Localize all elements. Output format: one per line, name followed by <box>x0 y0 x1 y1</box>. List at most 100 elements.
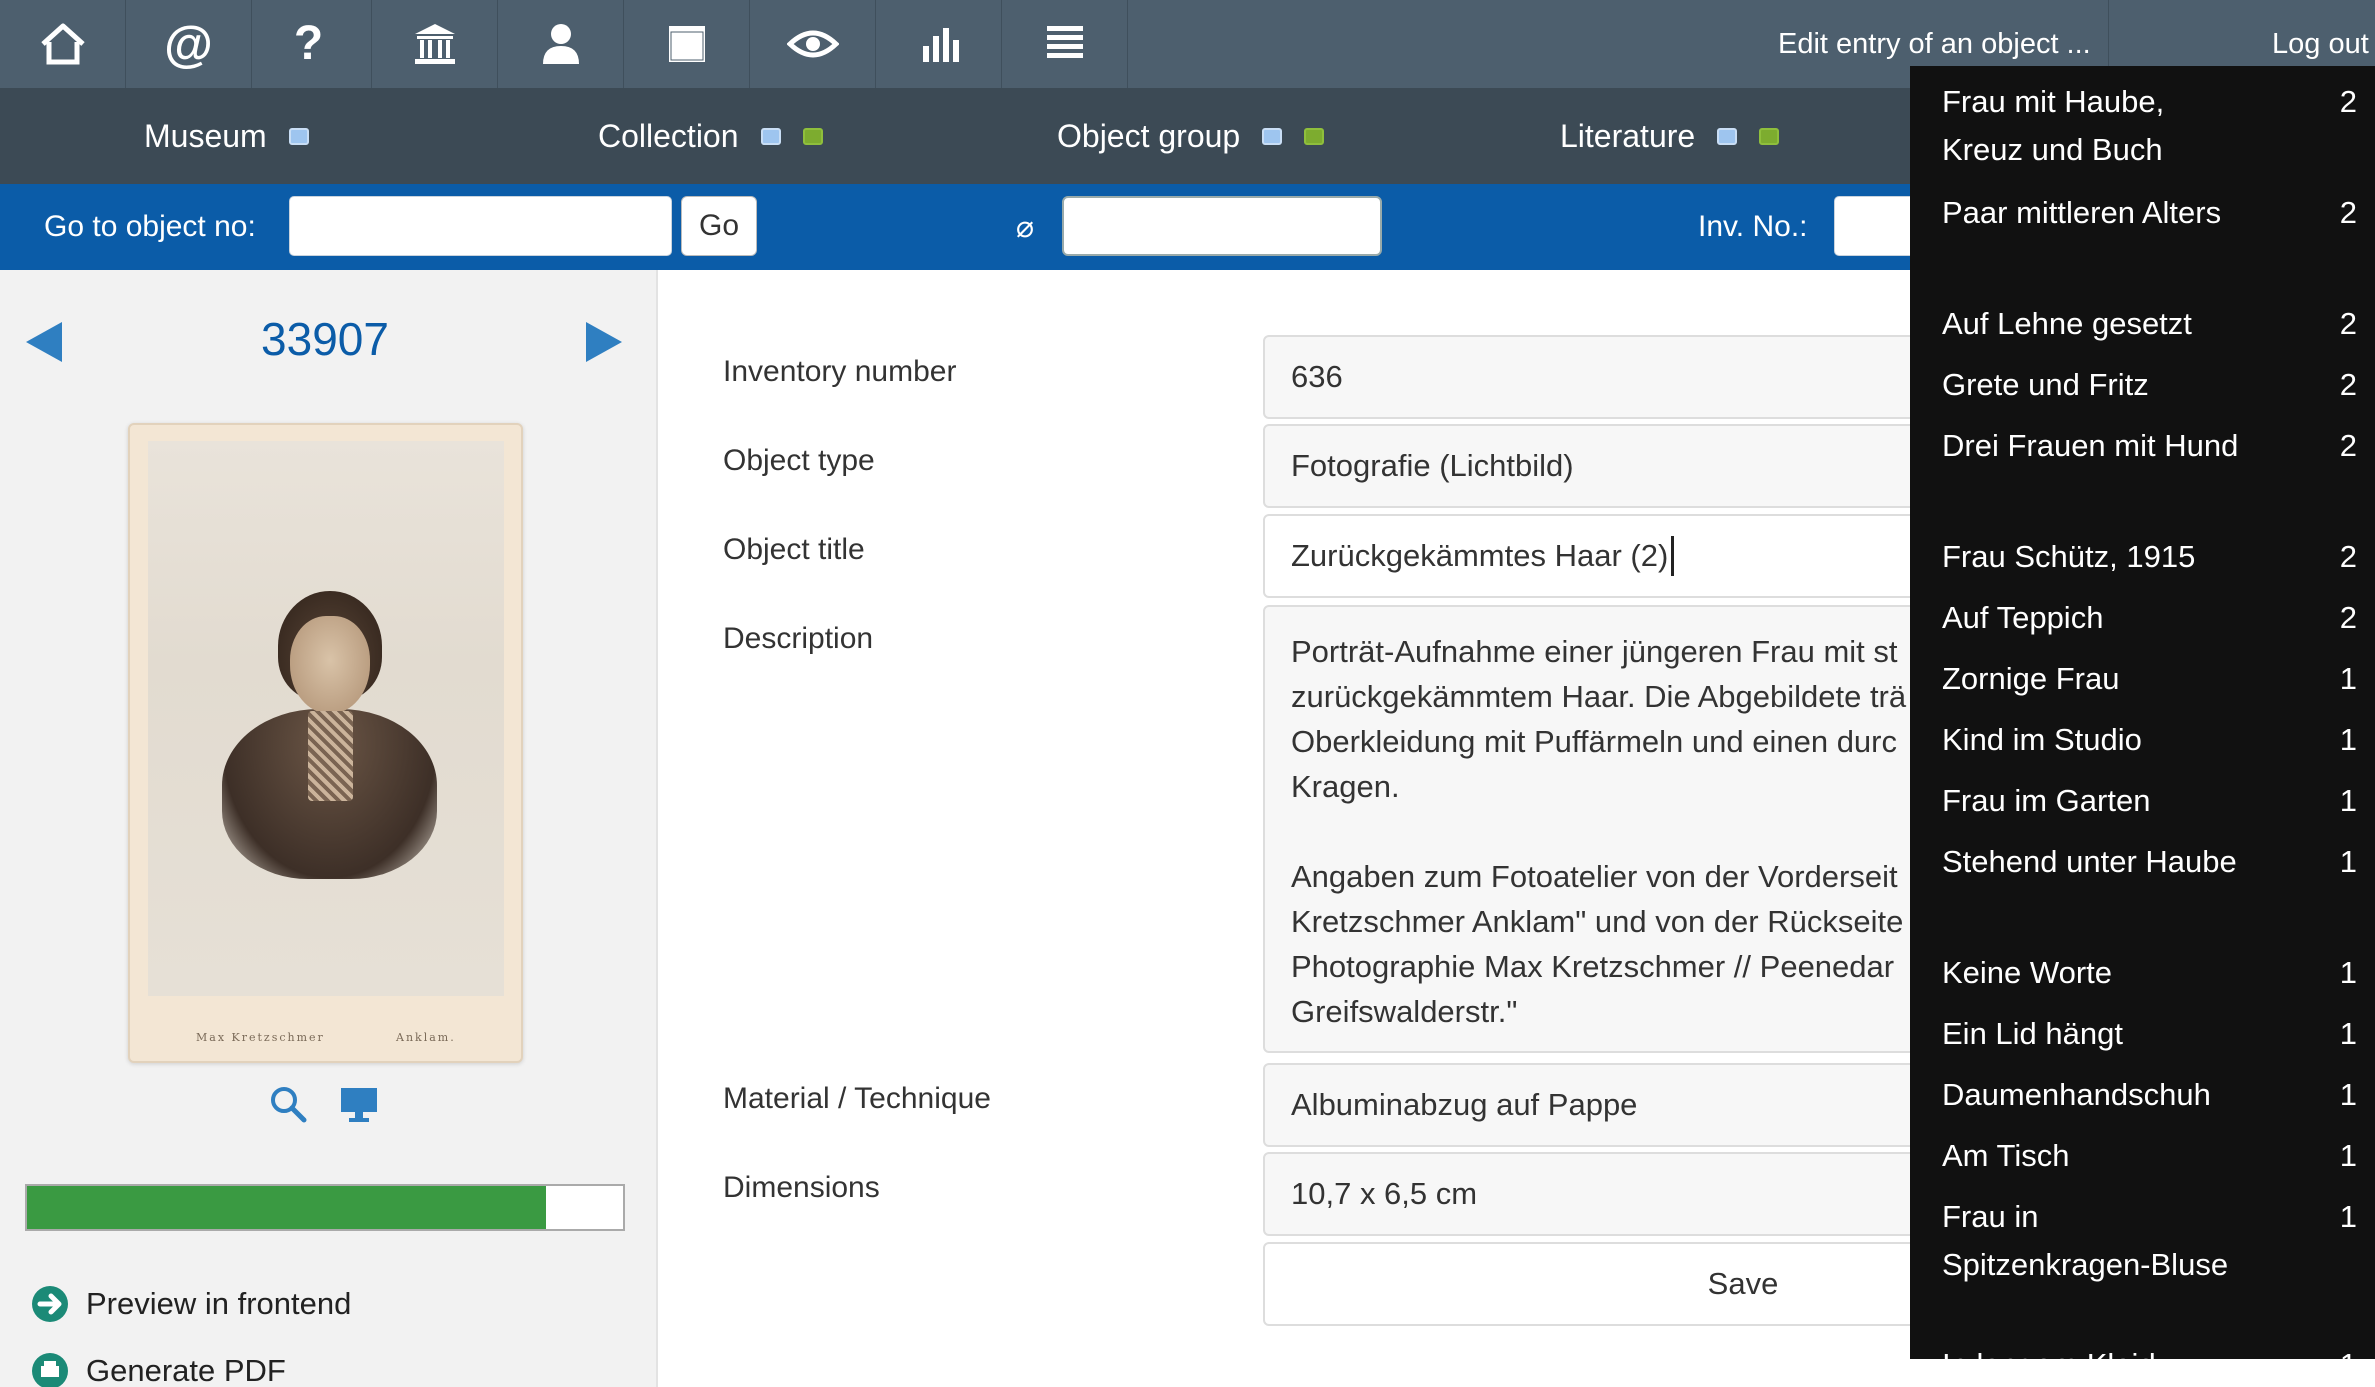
list-icon[interactable] <box>1002 0 1128 88</box>
dropdown-item-count: 1 <box>2339 783 2357 818</box>
dropdown-item-count: 2 <box>2339 195 2357 230</box>
museum-icon[interactable] <box>372 0 498 88</box>
dropdown-item-label: Auf Lehne gesetzt <box>1942 306 2192 341</box>
clapperboard-icon[interactable] <box>624 0 750 88</box>
dropdown-item[interactable]: Zornige Frau 1 <box>1942 655 2357 703</box>
dropdown-item-count: 2 <box>2339 367 2357 402</box>
goto-object-input[interactable] <box>289 196 672 256</box>
at-icon[interactable]: @ <box>126 0 252 88</box>
dropdown-item-count: 1 <box>2340 1341 2357 1359</box>
dropdown-item-label: Grete und Fritz <box>1942 367 2149 402</box>
completeness-progress-bar <box>25 1184 625 1231</box>
dropdown-item[interactable]: Paar mittleren Alters 2 <box>1942 189 2357 237</box>
photo-sitter-collar <box>308 711 353 801</box>
object-title-label: Object title <box>723 533 865 566</box>
bar-chart-icon[interactable] <box>876 0 1002 88</box>
dropdown-item[interactable]: Grete und Fritz 2 <box>1942 361 2357 409</box>
dropdown-item[interactable]: Drei Frauen mit Hund 2 <box>1942 422 2357 470</box>
dropdown-item[interactable]: Kind im Studio 1 <box>1942 716 2357 764</box>
next-object-icon[interactable] <box>586 322 622 362</box>
dropdown-item-label: Frau mit Haube, Kreuz und Buch <box>1942 84 2165 167</box>
dropdown-item-count: 2 <box>2339 306 2357 341</box>
photo-caption-place: Anklam. <box>396 1031 456 1044</box>
goto-label: Go to object no: <box>44 210 256 243</box>
museum-blue-toggle[interactable] <box>288 127 309 145</box>
empty-set-icon: ⌀ <box>1016 210 1035 244</box>
dropdown-item[interactable]: In langem Kleid 1 <box>1942 1341 2357 1359</box>
home-icon[interactable] <box>0 0 126 88</box>
literature-section[interactable]: Literature <box>1560 88 1780 184</box>
preview-frontend-label: Preview in frontend <box>86 1286 352 1321</box>
monitor-icon[interactable] <box>338 1083 380 1125</box>
literature-label: Literature <box>1560 117 1696 154</box>
object-title-value: Zurückgekämmtes Haar (2) <box>1291 538 1669 573</box>
dropdown-item-count: 1 <box>2339 1199 2357 1234</box>
progress-fill <box>27 1186 546 1229</box>
dropdown-item-label: Am Tisch <box>1942 1138 2070 1173</box>
collection-section[interactable]: Collection <box>598 88 823 184</box>
dropdown-item-count: 2 <box>2339 539 2357 574</box>
dropdown-item-label: Frau Schütz, 1915 <box>1942 539 2196 574</box>
dropdown-item-label: Keine Worte <box>1942 955 2113 990</box>
dropdown-item[interactable]: Frau Schütz, 1915 2 <box>1942 533 2357 581</box>
object-group-green-toggle[interactable] <box>1304 127 1325 145</box>
dropdown-item[interactable]: Auf Lehne gesetzt 2 <box>1942 300 2357 348</box>
dropdown-item-count: 1 <box>2339 722 2357 757</box>
dropdown-item-label: Stehend unter Haube <box>1942 844 2237 879</box>
magnify-icon[interactable] <box>267 1083 309 1125</box>
preview-frontend-link[interactable]: Preview in frontend <box>30 1282 351 1326</box>
literature-green-toggle[interactable] <box>1759 127 1780 145</box>
inv-no-label: Inv. No.: <box>1698 210 1808 243</box>
text-cursor <box>1671 536 1675 576</box>
collection-blue-toggle[interactable] <box>760 127 781 145</box>
literature-blue-toggle[interactable] <box>1717 127 1738 145</box>
dropdown-item[interactable]: Frau mit Haube, Kreuz und Buch 2 <box>1942 78 2357 174</box>
dropdown-item[interactable]: Daumenhandschuh 1 <box>1942 1071 2357 1119</box>
dropdown-item-label: In langem Kleid <box>1942 1341 2242 1359</box>
filter-select[interactable] <box>1062 196 1382 256</box>
dropdown-item-label: Zornige Frau <box>1942 661 2120 696</box>
dropdown-item-count: 1 <box>2339 955 2357 990</box>
generate-pdf-link[interactable]: Generate PDF <box>30 1349 286 1387</box>
collection-green-toggle[interactable] <box>802 127 823 145</box>
user-icon[interactable] <box>498 0 624 88</box>
dropdown-item-count: 1 <box>2339 1138 2357 1173</box>
dropdown-item-label: Auf Teppich <box>1942 600 2104 635</box>
object-group-blue-toggle[interactable] <box>1262 127 1283 145</box>
dropdown-item[interactable]: Frau in Spitzenkragen-Bluse 1 <box>1942 1193 2357 1289</box>
museum-section[interactable]: Museum <box>144 88 309 184</box>
material-technique-label: Material / Technique <box>723 1082 991 1115</box>
object-type-label: Object type <box>723 444 875 477</box>
eye-icon[interactable] <box>750 0 876 88</box>
description-label: Description <box>723 622 874 655</box>
object-number: 33907 <box>261 313 389 365</box>
dropdown-item[interactable]: Am Tisch 1 <box>1942 1132 2357 1180</box>
object-photo[interactable]: Max Kretzschmer Anklam. <box>128 423 523 1063</box>
dropdown-item-label: Kind im Studio <box>1942 722 2142 757</box>
question-icon[interactable]: ? <box>246 0 372 88</box>
arrow-right-circle-icon <box>32 1286 68 1322</box>
dropdown-item[interactable]: Auf Teppich 2 <box>1942 594 2357 642</box>
photo-sitter-face <box>290 616 370 714</box>
go-button[interactable]: Go <box>681 196 757 256</box>
collection-label: Collection <box>598 117 739 154</box>
dropdown-item[interactable]: Ein Lid hängt 1 <box>1942 1010 2357 1058</box>
dropdown-item-label: Paar mittleren Alters <box>1942 195 2222 230</box>
dropdown-item-label: Ein Lid hängt <box>1942 1016 2123 1051</box>
dropdown-item-label: Frau im Garten <box>1942 783 2151 818</box>
dropdown-item-count: 2 <box>2339 600 2357 635</box>
dropdown-item-count: 1 <box>2339 844 2357 879</box>
museum-label: Museum <box>144 117 267 154</box>
inventory-number-label: Inventory number <box>723 355 957 388</box>
dropdown-item-label: Daumenhandschuh <box>1942 1077 2211 1112</box>
dropdown-item-label: Drei Frauen mit Hund <box>1942 428 2239 463</box>
printer-icon <box>32 1353 68 1387</box>
dropdown-item[interactable]: Stehend unter Haube 1 <box>1942 838 2357 886</box>
object-group-label: Object group <box>1057 117 1241 154</box>
dropdown-item-count: 1 <box>2339 1016 2357 1051</box>
object-group-section[interactable]: Object group <box>1057 88 1325 184</box>
dropdown-item[interactable]: Frau im Garten 1 <box>1942 777 2357 825</box>
previous-object-icon[interactable] <box>26 322 62 362</box>
dropdown-item-count: 2 <box>2339 84 2357 119</box>
dropdown-item[interactable]: Keine Worte 1 <box>1942 949 2357 997</box>
